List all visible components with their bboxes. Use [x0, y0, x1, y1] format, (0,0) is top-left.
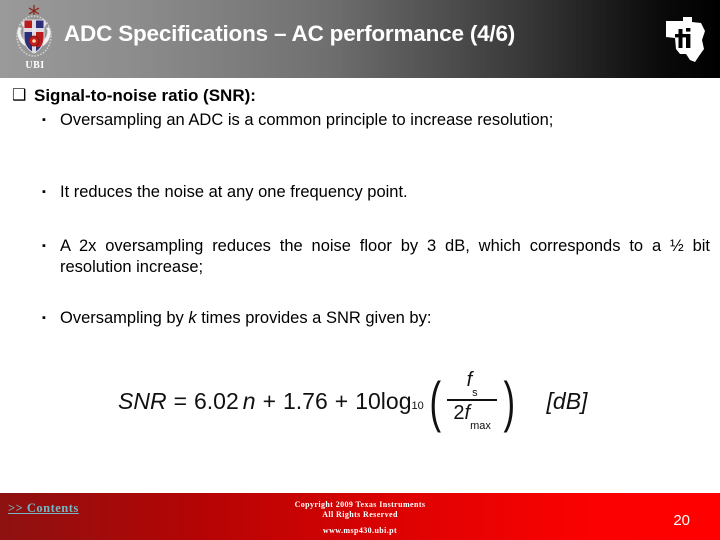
equation-equals-sign: =: [173, 387, 187, 414]
small-square-bullet-icon: ▪: [42, 240, 46, 252]
slide-content-area: ❑ Signal-to-noise ratio (SNR): ▪ Oversam…: [0, 78, 720, 493]
bullet-item: ▪ It reduces the noise at any one freque…: [42, 182, 710, 203]
small-square-bullet-icon: ▪: [42, 186, 46, 198]
denominator-coefficient: 2: [453, 402, 465, 424]
square-outline-bullet-icon: ❑: [12, 87, 27, 104]
bullet-item: ▪ Oversampling an ADC is a common princi…: [42, 110, 710, 131]
small-square-bullet-icon: ▪: [42, 312, 46, 324]
website-url: www.msp430.ubi.pt: [322, 526, 398, 535]
bullet-item: ▪ Oversampling by k times provides a SNR…: [42, 308, 710, 329]
bullet-text: A 2x oversampling reduces the noise floo…: [60, 237, 710, 276]
equation-plus-1: +: [262, 387, 276, 414]
texas-instruments-logo-icon: [666, 17, 705, 62]
bullet-item: ▪ A 2x oversampling reduces the noise fl…: [42, 236, 710, 278]
equation-fraction: fs 2fmax: [447, 370, 497, 432]
slide-header: UBI ADC Specifications – AC performance …: [0, 0, 720, 78]
equation-lhs: SNR: [118, 387, 167, 414]
equation-term1-variable: n: [242, 387, 256, 414]
fraction-numerator: fs: [459, 370, 486, 399]
equation-log-base: 10: [411, 400, 424, 412]
equation-plus-2: +: [334, 387, 349, 414]
copyright-notice: Copyright 2009 Texas Instruments All Rig…: [240, 500, 480, 520]
equation-units: [dB]: [546, 387, 588, 414]
section-heading: ❑ Signal-to-noise ratio (SNR):: [12, 86, 702, 106]
slide-title: ADC Specifications – AC performance (4/6…: [64, 21, 516, 46]
slide-footer: >> Contents Copyright 2009 Texas Instrum…: [0, 493, 720, 540]
equation-term1-coefficient: 6.02: [194, 387, 239, 414]
bullet-text: It reduces the noise at any one frequenc…: [60, 183, 408, 201]
bullet-text: Oversampling by k times provides a SNR g…: [60, 308, 710, 329]
copyright-line-2: All Rights Reserved: [322, 510, 398, 519]
bullet-text-part-1: Oversampling by: [60, 309, 189, 327]
equation-term2: 1.76: [283, 387, 328, 414]
contents-link[interactable]: >> Contents: [8, 501, 79, 516]
small-square-bullet-icon: ▪: [42, 114, 46, 126]
bullet-text-part-2: times provides a SNR given by:: [196, 309, 432, 327]
section-heading-text: Signal-to-noise ratio (SNR):: [34, 86, 256, 105]
equation-log-coefficient: 10: [355, 387, 381, 414]
numerator-subscript: s: [472, 387, 478, 399]
ubi-university-logo: UBI: [6, 2, 62, 76]
bullet-text: Oversampling an ADC is a common principl…: [60, 111, 554, 129]
ubi-logo-caption: UBI: [25, 60, 45, 71]
page-number: 20: [673, 512, 690, 529]
ubi-coat-of-arms-icon: [16, 5, 52, 57]
equation-log-name: log: [380, 387, 412, 414]
copyright-line-1: Copyright 2009 Texas Instruments: [294, 500, 426, 509]
fraction-denominator: 2fmax: [447, 401, 496, 432]
denominator-subscript: max: [470, 420, 491, 432]
snr-equation: SNR = 6.02 n + 1.76 + 10 log 10 ( fs 2fma…: [118, 369, 588, 433]
italic-variable-k: k: [188, 309, 197, 327]
